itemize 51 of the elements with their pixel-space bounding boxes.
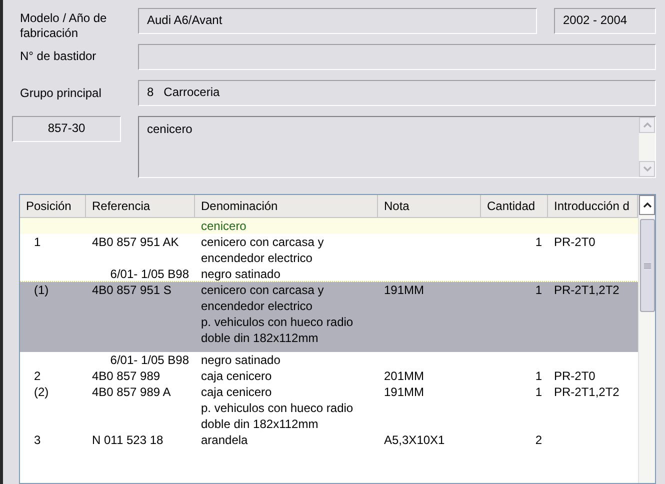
table-cell-text: 4B0 857 989 A [91, 384, 172, 401]
table-cell-text: PR-2T1,2T2 [553, 282, 620, 299]
table-cell-text: PR-2T0 [553, 234, 596, 251]
table-cell-text: 1 [534, 368, 543, 384]
description-text: cenicero [146, 121, 194, 138]
table-cell-text: negro satinado [200, 352, 282, 368]
table-cell-text: 191MM [383, 384, 426, 401]
table-cell-text: (2) [33, 384, 50, 401]
table-cell-text: 4B0 857 951 S [91, 282, 172, 299]
main-group-label: Grupo principal [19, 86, 102, 100]
table-cell-text: 191MM [383, 282, 426, 299]
table-cell-text: 2 [534, 432, 543, 448]
chassis-label: N° de bastidor [19, 48, 98, 64]
table-cell-text: arandela [200, 432, 249, 448]
scroll-down-button[interactable] [639, 161, 655, 177]
column-header[interactable]: Referencia [86, 195, 195, 217]
subgroup-field: 857-30 [12, 116, 121, 142]
table-cell-text: 4B0 857 951 AK [91, 234, 180, 251]
table-cell-text: 4B0 857 989 [91, 368, 162, 384]
table-cell-text: 6/01- 1/05 B98 [109, 352, 190, 368]
model-label: Modelo / Año de fabricación [19, 10, 108, 41]
table-cell-text: N 011 523 18 [91, 432, 164, 448]
table-row[interactable]: 6/01- 1/05 B98 negro satinado [20, 266, 638, 282]
group-title: cenicero [200, 218, 248, 234]
table-cell-text: 2 [33, 368, 42, 384]
table-cell-text: cenicero con carcasa y encendedor electrico p. vehiculos con hueco radio doble din 182x112mm [200, 282, 354, 346]
scroll-up-button[interactable] [639, 195, 655, 215]
table-cell-text: 1 [33, 234, 42, 251]
model-field: Audi A6/Avant [138, 8, 537, 34]
scrollbar-thumb[interactable] [640, 219, 654, 312]
column-header[interactable]: Posición [20, 195, 86, 217]
column-header[interactable]: Nota [378, 195, 481, 217]
table-cell-text: PR-2T1,2T2 [553, 384, 620, 401]
table-cell-text: 1 [534, 384, 543, 401]
table-cell-text: A5,3X10X1 [383, 432, 446, 448]
column-header[interactable]: Denominación [195, 195, 378, 217]
column-header[interactable]: Cantidad [481, 195, 548, 217]
table-cell-text: 3 [33, 432, 42, 448]
table-cell-text: caja cenicero [200, 368, 273, 384]
table-cell-text: 1 [534, 234, 543, 251]
years-field: 2002 - 2004 [554, 8, 656, 34]
selected-row[interactable]: (1) 4B0 857 951 S cenicero con carcasa y encendedor electrico p. vehiculos con hueco radio doble din 182x112mm 191MM 1 PR-2T1,2T2 [20, 282, 638, 352]
group-row[interactable]: cenicero [20, 218, 638, 234]
table-cell-text: (1) [33, 282, 50, 299]
table-cell-text: 6/01- 1/05 B98 [109, 266, 190, 282]
table-cell-text: 201MM [383, 368, 426, 384]
table-cell-text: 1 [534, 282, 543, 299]
main-group-field: 8 Carroceria [138, 80, 656, 106]
table-cell-text: negro satinado [200, 266, 282, 282]
grip-icon [644, 262, 650, 268]
table-cell-text: PR-2T0 [553, 368, 596, 384]
